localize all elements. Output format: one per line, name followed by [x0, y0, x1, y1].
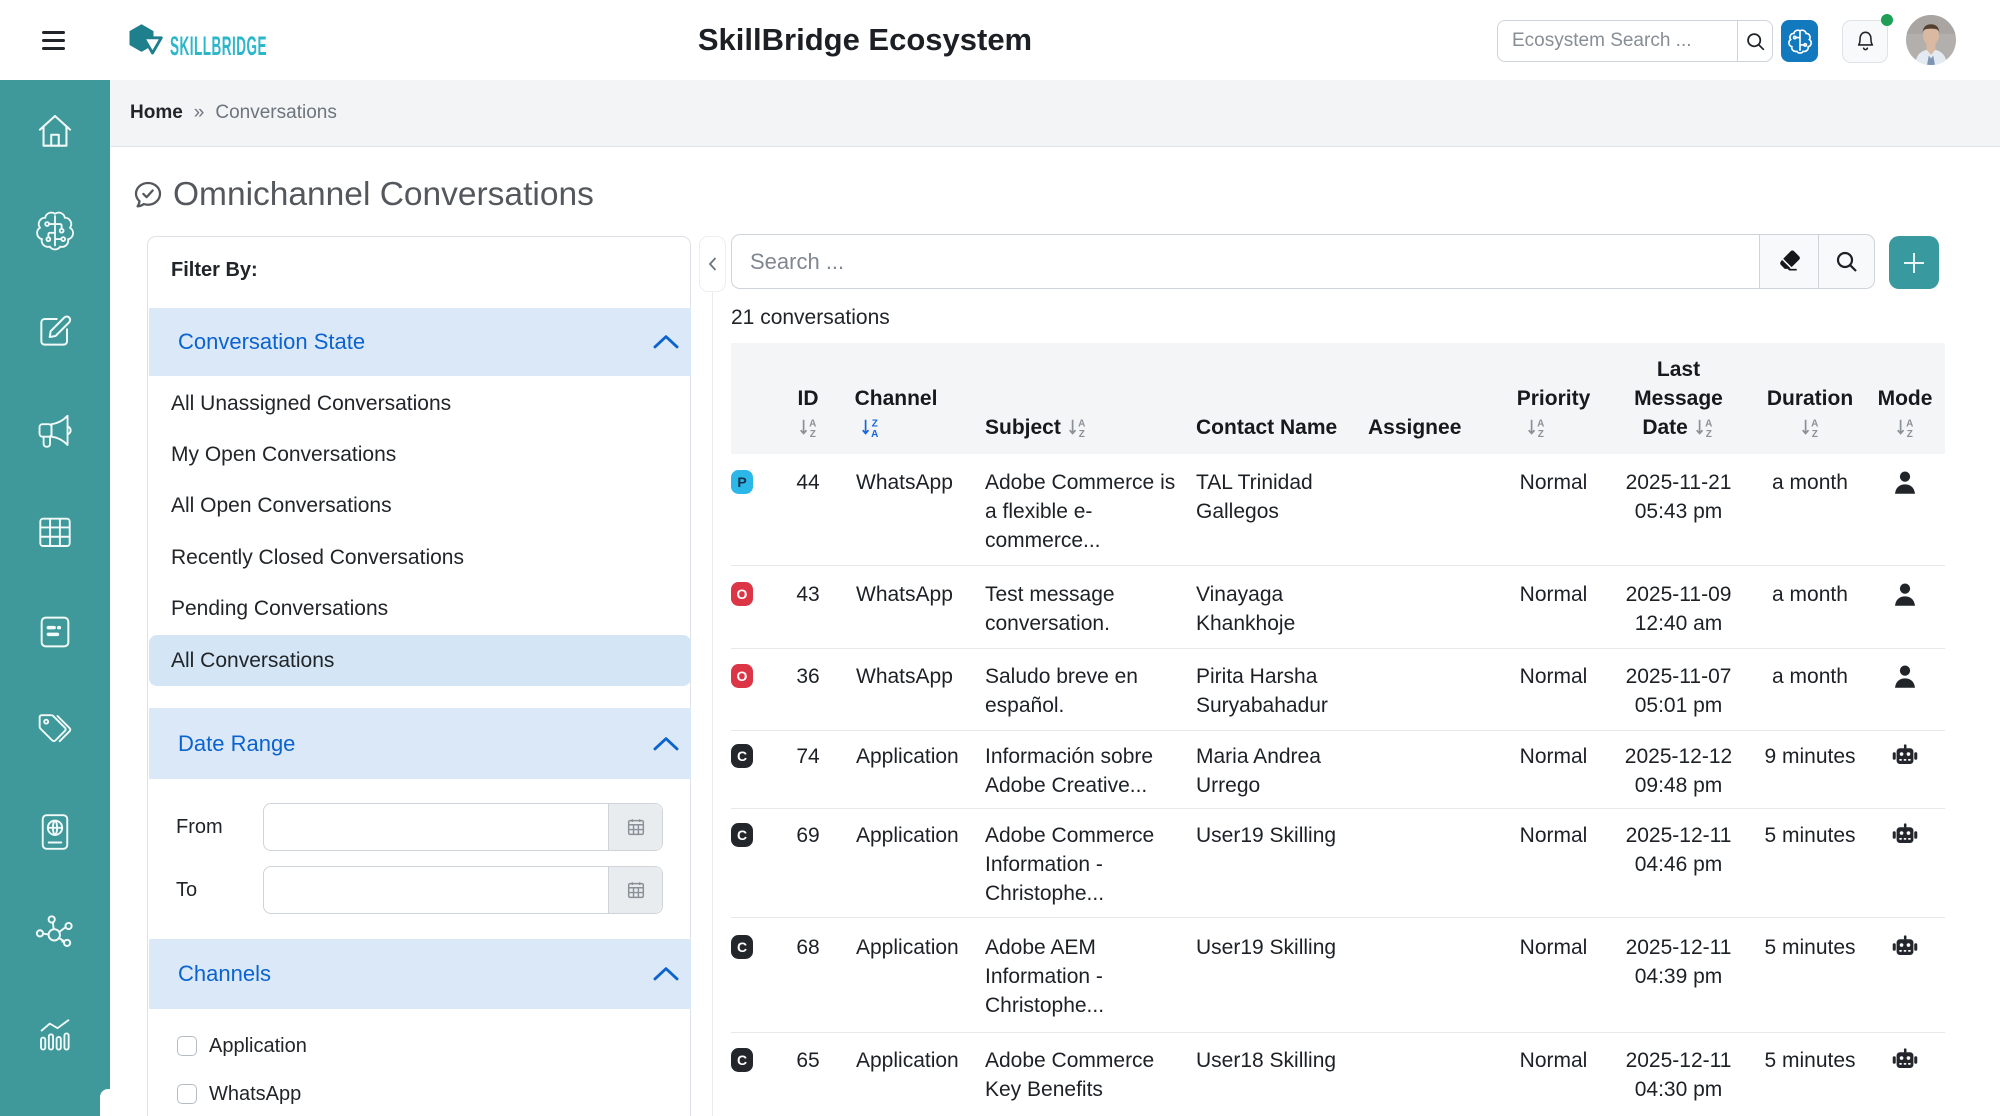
- svg-text:A: A: [1537, 419, 1544, 430]
- svg-text:Z: Z: [1078, 429, 1084, 438]
- svg-text:Z: Z: [1906, 429, 1912, 438]
- svg-text:A: A: [1705, 419, 1712, 430]
- svg-text:A: A: [1906, 419, 1913, 430]
- svg-text:Z: Z: [1538, 429, 1544, 438]
- svg-text:A: A: [1811, 419, 1818, 430]
- svg-text:A: A: [809, 419, 816, 430]
- svg-text:Z: Z: [871, 419, 877, 430]
- svg-text:Z: Z: [1705, 429, 1711, 438]
- svg-text:Z: Z: [1811, 429, 1817, 438]
- svg-text:A: A: [871, 429, 878, 438]
- svg-text:A: A: [1078, 419, 1085, 430]
- svg-text:Z: Z: [809, 429, 815, 438]
